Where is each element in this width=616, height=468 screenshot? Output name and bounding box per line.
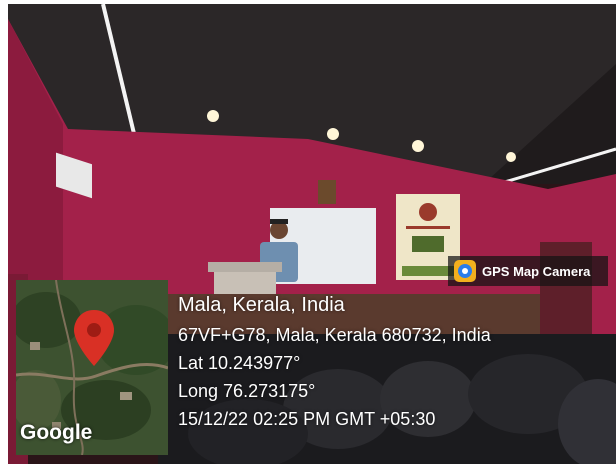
timestamp: 15/12/22 02:25 PM GMT +05:30 bbox=[178, 409, 436, 429]
app-badge: GPS Map Camera bbox=[448, 256, 608, 286]
longitude: Long 76.273175° bbox=[178, 381, 316, 401]
latitude: Lat 10.243977° bbox=[178, 353, 301, 373]
app-badge-label: GPS Map Camera bbox=[482, 263, 591, 279]
map-thumbnail: Google bbox=[16, 280, 168, 455]
gps-map-camera-icon bbox=[454, 260, 476, 282]
google-logo: Google bbox=[20, 421, 93, 444]
location-info: Mala, Kerala, India 67VF+G78, Mala, Kera… bbox=[178, 289, 491, 433]
address: 67VF+G78, Mala, Kerala 680732, India bbox=[178, 325, 491, 345]
place-name: Mala, Kerala, India bbox=[178, 294, 345, 316]
